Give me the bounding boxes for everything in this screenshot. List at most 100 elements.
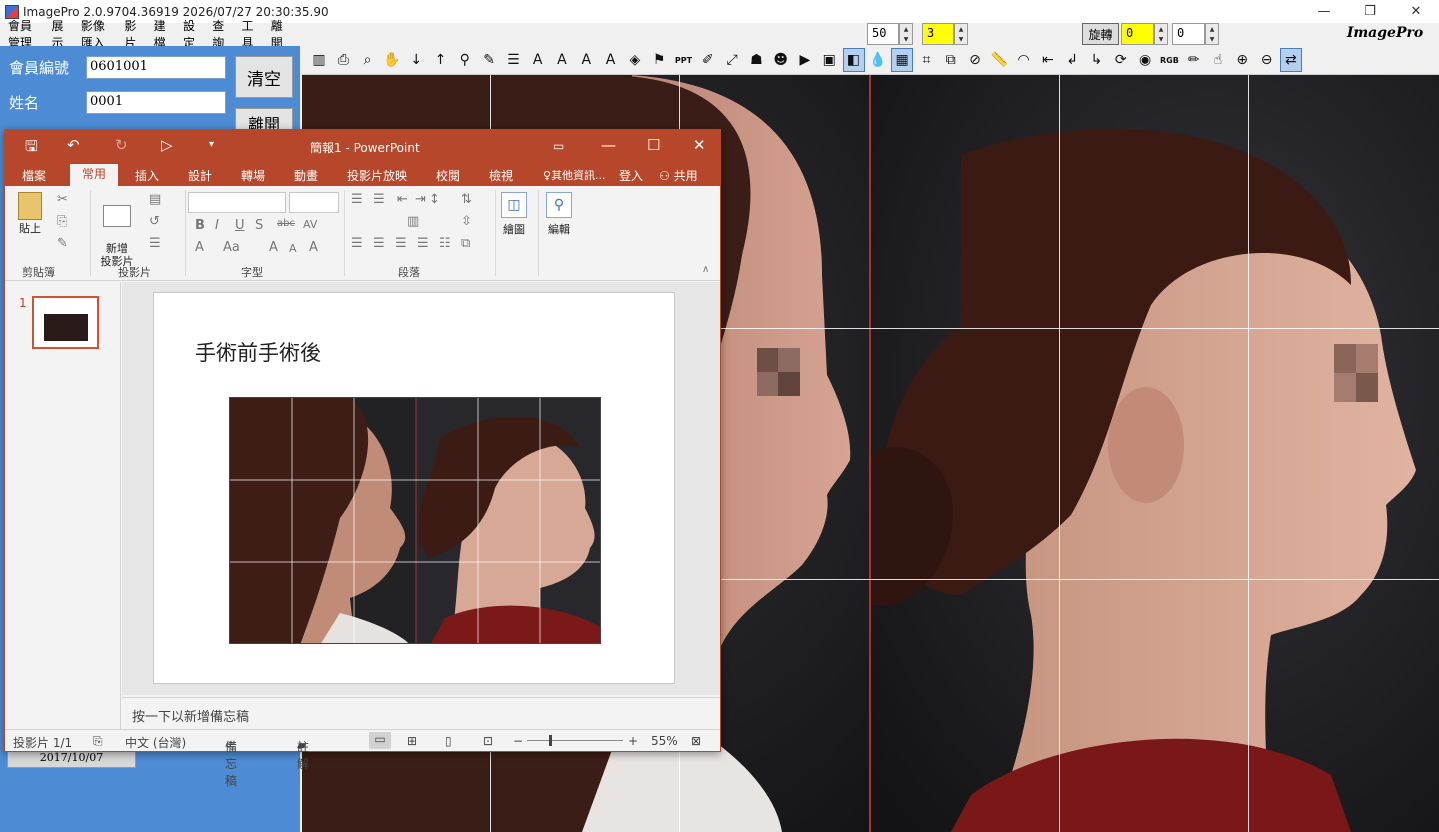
size-spinner[interactable]: ▲ ▼ — [899, 23, 913, 45]
size-input[interactable]: 50 — [867, 23, 899, 45]
ribbon-display-icon[interactable]: ▭ — [553, 139, 564, 153]
tell-me-search[interactable]: ♀其他資訊... — [543, 166, 606, 184]
align-right-icon[interactable]: ☰ — [395, 236, 407, 251]
portrait-icon[interactable]: ☗ — [745, 48, 767, 72]
drop-icon[interactable]: 💧 — [867, 48, 889, 72]
zoom-slider-thumb[interactable] — [549, 735, 552, 746]
turn-right-icon[interactable]: ↳ — [1086, 48, 1108, 72]
save-icon[interactable]: 🖫 — [25, 136, 38, 161]
undo-icon[interactable]: ↶ — [67, 136, 80, 154]
editing-button[interactable]: ⚲ 編輯 — [544, 192, 574, 237]
offset-input[interactable]: 0 — [1172, 23, 1205, 45]
slide-title[interactable]: 手術前手術後 — [195, 337, 321, 367]
underline-icon[interactable]: U — [235, 218, 245, 233]
text-direction-icon[interactable]: ⇅ — [461, 192, 472, 207]
count-input[interactable]: 3 — [922, 23, 954, 45]
pen-icon[interactable]: ✎ — [478, 48, 500, 72]
font-color-icon[interactable]: A — [195, 240, 204, 255]
justify-icon[interactable]: ☰ — [417, 236, 429, 251]
reset-icon[interactable]: ↺ — [149, 214, 160, 229]
restore-button[interactable]: ❐ — [1347, 0, 1393, 23]
tab-home[interactable]: 常用 — [70, 164, 119, 186]
after-photo[interactable] — [871, 75, 1439, 832]
slide-comparison-image[interactable] — [229, 397, 601, 644]
redo-icon[interactable]: ↻ — [115, 136, 128, 154]
rotate-spinner[interactable]: ▲ ▼ — [1154, 23, 1168, 45]
distribute-icon[interactable]: ☷ — [439, 236, 451, 251]
ppt-close-button[interactable]: ✕ — [693, 136, 706, 154]
increase-indent-icon[interactable]: ⇥ — [415, 192, 426, 207]
tab-view[interactable]: 檢視 — [489, 166, 513, 185]
arrow-down-icon[interactable]: ↓ — [405, 48, 427, 72]
crop-icon[interactable]: ⌗ — [915, 48, 937, 72]
camera-icon[interactable]: ◉ — [1134, 48, 1156, 72]
numbering-icon[interactable]: ☰ — [373, 192, 385, 207]
hand-icon[interactable]: ✋ — [381, 48, 403, 72]
cancel-icon[interactable]: ⊘ — [964, 48, 986, 72]
underline-text-icon[interactable]: A — [600, 48, 622, 72]
save-icon[interactable]: ▣ — [818, 48, 840, 72]
bullets-icon[interactable]: ☰ — [351, 192, 363, 207]
tab-animations[interactable]: 動畫 — [294, 166, 318, 185]
play-icon[interactable]: ▶ — [794, 48, 816, 72]
zoom-in-icon[interactable]: ⊕ — [1231, 48, 1253, 72]
copy-icon[interactable]: ⎘ — [57, 214, 67, 229]
member-id-field[interactable]: 0601001 — [86, 56, 226, 79]
slide-thumbnail[interactable] — [32, 296, 99, 349]
layers-icon[interactable]: ⧉ — [940, 48, 962, 72]
fill-icon[interactable]: ◈ — [624, 48, 646, 72]
count-spinner[interactable]: ▲ ▼ — [954, 23, 968, 45]
person-icon[interactable]: ☻ — [770, 48, 792, 72]
edit-doc-icon[interactable]: ✐ — [697, 48, 719, 72]
decrease-indent-icon[interactable]: ⇤ — [397, 192, 408, 207]
slide-sorter-icon[interactable]: ⊞ — [407, 734, 417, 748]
tab-slideshow[interactable]: 投影片放映 — [347, 166, 407, 185]
minimize-button[interactable]: — — [1301, 0, 1347, 23]
ppt-icon[interactable]: PPT — [672, 48, 694, 72]
tab-review[interactable]: 校閱 — [436, 166, 460, 185]
fullscreen-icon[interactable]: ⤢ — [721, 48, 743, 72]
rotate-button[interactable]: 旋轉 — [1082, 23, 1119, 45]
section-icon[interactable]: ☰ — [149, 236, 161, 251]
tab-design[interactable]: 設計 — [188, 166, 212, 185]
change-case-icon[interactable]: Aa — [223, 240, 240, 255]
arrow-up-icon[interactable]: ↑ — [429, 48, 451, 72]
turn-left-icon[interactable]: ↲ — [1061, 48, 1083, 72]
name-field[interactable]: 0001 — [86, 91, 226, 114]
rgb-icon[interactable]: RGB — [1158, 48, 1180, 72]
zoom-level[interactable]: 55% — [651, 734, 678, 748]
zoom-out-button[interactable]: − — [513, 734, 523, 748]
offset-spinner[interactable]: ▲ ▼ — [1205, 23, 1219, 45]
export-icon[interactable]: ⎙ — [332, 48, 354, 72]
fit-to-window-icon[interactable]: ⊠ — [691, 734, 701, 748]
camera-rotate-icon[interactable]: ⟳ — [1110, 48, 1132, 72]
smartart-icon[interactable]: ⧉ — [461, 236, 470, 251]
stamp-icon[interactable]: ⚑ — [648, 48, 670, 72]
customize-qat-icon[interactable]: ▾ — [209, 139, 214, 150]
protractor-icon[interactable]: ◠ — [1013, 48, 1035, 72]
rotate-input[interactable]: 0 — [1121, 23, 1154, 45]
tab-transitions[interactable]: 轉場 — [241, 166, 265, 185]
text-icon[interactable]: A — [527, 48, 549, 72]
notes-pane[interactable]: 按一下以新增備忘稿 — [122, 697, 720, 729]
text-search-icon[interactable]: A — [575, 48, 597, 72]
layout-icon[interactable]: ▥ — [308, 48, 330, 72]
slide-editor[interactable]: 手術前手術後 — [122, 282, 720, 695]
tab-file[interactable]: 檔案 — [22, 166, 46, 185]
reading-view-icon[interactable]: ▯ — [445, 734, 452, 748]
line-weight-icon[interactable]: ☰ — [502, 48, 524, 72]
compare-icon[interactable]: ◧ — [842, 48, 865, 72]
shadow-icon[interactable]: S — [255, 218, 263, 233]
hand-pointer-icon[interactable]: ☝ — [1207, 48, 1229, 72]
close-button[interactable]: ✕ — [1393, 0, 1439, 23]
grow-font-icon[interactable]: A — [269, 240, 278, 255]
grid-icon[interactable]: ▦ — [891, 48, 914, 72]
tab-insert[interactable]: 插入 — [135, 166, 159, 185]
paste-button[interactable]: 貼上 — [15, 192, 45, 236]
bold-icon[interactable]: B — [195, 218, 205, 233]
sign-in-link[interactable]: 登入 — [619, 166, 643, 185]
zoom-in-button[interactable]: + — [628, 734, 638, 748]
normal-view-icon[interactable]: ▭ — [369, 732, 391, 749]
strikethrough-icon[interactable]: abc — [277, 218, 295, 229]
ppt-maximize-button[interactable]: ☐ — [647, 136, 660, 154]
